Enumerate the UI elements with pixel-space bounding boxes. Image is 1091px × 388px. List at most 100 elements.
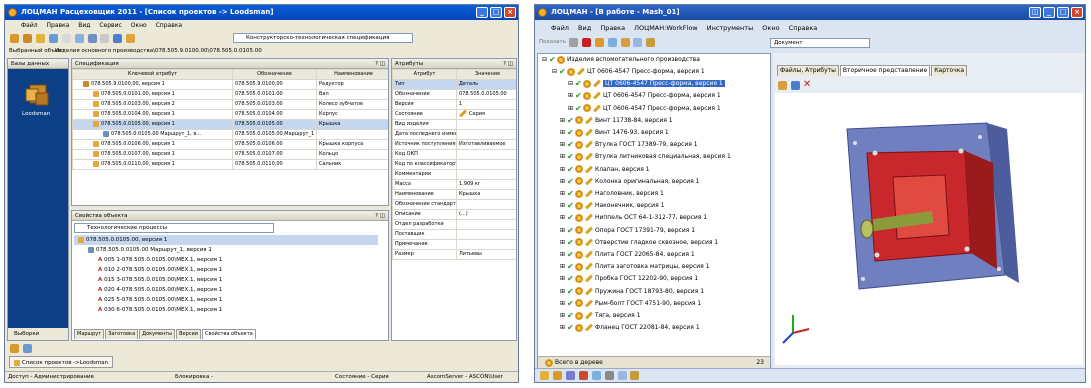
table-row[interactable]: 078.505.0.0105.00, версия 1 078.505.0.010… — [72, 119, 388, 130]
database-label[interactable]: Loodsman — [22, 111, 50, 117]
minimize-button[interactable]: _ — [1043, 7, 1055, 18]
document-icon[interactable] — [630, 371, 640, 380]
expand-icon[interactable]: ⊟ — [552, 68, 559, 75]
delete-icon[interactable] — [581, 38, 591, 47]
tab-files-attrs[interactable]: Файлы, Атрибуты — [777, 65, 839, 76]
tab-secondary-view[interactable]: Вторичное представление — [839, 65, 931, 76]
tool-gear2-icon[interactable] — [22, 34, 32, 43]
col-attribute[interactable]: Атрибут — [392, 69, 457, 80]
globe-icon[interactable] — [22, 344, 32, 353]
table-row[interactable]: Тип Деталь — [392, 79, 516, 90]
copy-icon[interactable] — [591, 371, 601, 380]
table-row[interactable]: Отдел разработки — [392, 219, 516, 230]
tree-root[interactable]: ⊟ ✔ Изделия вспомогательного производства — [538, 54, 700, 66]
table-row[interactable]: Код по классификатору — [392, 159, 516, 170]
table-row[interactable]: Примечание — [392, 239, 516, 250]
maximize-button[interactable]: □ — [490, 7, 502, 18]
tree-item[interactable]: ⊞ ✔ Наконечник, версия 1 — [538, 200, 664, 212]
col-name[interactable]: Наименование — [316, 69, 388, 80]
list-item[interactable]: A 025 5-078.505.0.0105.00\МЕХ.1, версия … — [74, 295, 378, 305]
list-item[interactable]: A 030 6-078.505.0.0105.00\МЕХ.1, версия … — [74, 305, 378, 315]
expand-icon[interactable]: ⊞ — [560, 202, 567, 209]
table-row[interactable]: 078.505.0.0106.00, версия 1 078.505.0.010… — [72, 139, 388, 150]
gear-icon[interactable] — [10, 344, 19, 353]
expand-icon[interactable]: ⊞ — [560, 288, 567, 295]
close-button[interactable]: × — [504, 7, 516, 18]
tool-filter-icon[interactable] — [113, 34, 123, 43]
list-item[interactable]: A 010 2-078.505.0.0105.00\МЕХ.1, версия … — [74, 265, 378, 275]
expand-icon[interactable]: ⊞ — [560, 275, 567, 282]
tree-item[interactable]: ⊞ ✔ Ниппель ОСТ 64-1-312-77, версия 1 — [538, 212, 707, 224]
tree-item[interactable]: ⊞ ✔ Винт 1476-93, версия 1 — [538, 127, 669, 139]
tool-copy-icon[interactable] — [61, 34, 71, 43]
table-row[interactable]: 078.505.0.0104.00, версия 1 078.505.0.010… — [72, 109, 388, 120]
history-icon[interactable] — [565, 371, 575, 380]
paste-icon[interactable] — [620, 38, 630, 47]
expand-icon[interactable]: ⊞ — [560, 117, 567, 124]
tab-card[interactable]: Карточка — [931, 65, 968, 76]
window-icon[interactable] — [617, 371, 627, 380]
table-row[interactable]: 078.505.0.0103.00, версия 2 078.505.0.010… — [72, 99, 388, 110]
expand-icon[interactable]: ⊞ — [560, 263, 567, 270]
folder-icon[interactable] — [540, 371, 549, 380]
expand-icon[interactable]: ⊞ — [560, 141, 567, 148]
tab-versions[interactable]: Версии — [176, 329, 202, 339]
tree-item[interactable]: ⊞ ✔ ЦТ 0606-4547 Пресс-форма, версия 1 — [538, 103, 721, 115]
list-icon[interactable] — [568, 38, 578, 47]
expand-icon[interactable]: ⊞ — [560, 324, 567, 331]
menu-window[interactable]: Окно — [131, 22, 147, 29]
expand-icon[interactable]: ⊞ — [568, 105, 575, 112]
menu-view[interactable]: Вид — [78, 22, 90, 29]
tree-item[interactable]: ⊞ ✔ Пружина ГОСТ 18793-80, версия 1 — [538, 286, 704, 298]
tab-route[interactable]: Маршрут — [74, 329, 105, 339]
tree-item[interactable]: ⊞ ✔ Тяга, версия 1 — [538, 310, 640, 322]
restore-button[interactable]: ◫ — [1029, 7, 1041, 18]
tool-gear-icon[interactable] — [10, 34, 19, 43]
table-row[interactable]: Поставщик — [392, 229, 516, 240]
menu-edit[interactable]: Правка — [47, 22, 70, 29]
tab-blank[interactable]: Заготовка — [105, 329, 139, 339]
expand-icon[interactable]: ⊞ — [560, 227, 567, 234]
tree-item[interactable]: ⊞ ✔ Плита заготовка матрицы, версия 1 — [538, 261, 709, 273]
list-item[interactable]: 078.505.0.0105.00 Маршрут_1, версия 1 — [74, 245, 378, 255]
tool-gear3-icon[interactable] — [35, 34, 45, 43]
tree-item[interactable]: ⊞ ✔ Клапан, версия 1 — [538, 164, 650, 176]
model-viewport[interactable] — [775, 93, 1083, 365]
expand-icon[interactable]: ⊞ — [560, 239, 567, 246]
table-row[interactable]: Наименование Крышка — [392, 189, 516, 200]
table-row[interactable]: Описание (...) — [392, 209, 516, 220]
table-row[interactable]: Код ОКП — [392, 149, 516, 160]
tree-item[interactable]: ⊞ ✔ Наголовник, версия 1 — [538, 188, 664, 200]
table-row[interactable]: Состояние Серия — [392, 109, 516, 120]
table-row[interactable]: 078.505.0.0110.00, версия 1 078.505.0.011… — [72, 159, 388, 170]
table-row[interactable]: Вид изделия — [392, 119, 516, 130]
expand-icon[interactable]: ⊞ — [560, 190, 567, 197]
window-icon[interactable] — [633, 38, 643, 47]
table-row[interactable]: 078.505.0.0105.00 Маршрут_1, в... 078.505… — [72, 129, 388, 140]
tree-item[interactable]: ⊞ ✔ Опора ГОСТ 17391-79, версия 1 — [538, 225, 695, 237]
list-item[interactable]: A 020 4-078.505.0.0105.00\МЕХ.1, версия … — [74, 285, 378, 295]
task-item[interactable]: Список проектов ->Loodsman — [9, 356, 114, 368]
table-row[interactable]: Обозначение стандарта — [392, 199, 516, 210]
tree-item[interactable]: ⊞ ✔ Рым-болт ГОСТ 4751-90, версия 1 — [538, 298, 701, 310]
expand-icon[interactable]: ⊞ — [560, 129, 567, 136]
gear-icon[interactable] — [552, 371, 562, 380]
table-row[interactable]: 078.505.0.0107.00, версия 1 078.505.0.010… — [72, 149, 388, 160]
spec-type-select[interactable]: Конструкторско-технологическая специфика… — [233, 33, 413, 43]
menu-service[interactable]: Сервис — [99, 22, 121, 29]
menu-file[interactable]: Файл — [21, 22, 38, 29]
database-icon[interactable] — [24, 81, 52, 107]
table-row[interactable]: Комментарии — [392, 169, 516, 180]
table-row[interactable]: Версия 1 — [392, 99, 516, 110]
table-row[interactable]: 078.505.9.0100.00, версия 1 078.505.9.010… — [72, 79, 388, 90]
tree-item[interactable]: ⊞ ✔ ЦТ 0606-4547 Пресс-форма, версия 1 — [538, 90, 721, 102]
tool-grid-icon[interactable] — [100, 34, 110, 43]
tree-item[interactable]: ⊞ ✔ Втулка литниковая специальная, версия… — [538, 151, 731, 163]
tool-settings-icon[interactable] — [126, 34, 136, 43]
tab-object-props[interactable]: Свойства объекта — [202, 329, 256, 339]
tree-item[interactable]: ⊞ ✔ Колонка оригинальная, версия 1 — [538, 176, 700, 188]
close-view-icon[interactable]: ✕ — [803, 80, 811, 90]
open-icon[interactable] — [778, 81, 787, 90]
minimize-button[interactable]: _ — [476, 7, 488, 18]
tree-item[interactable]: ⊞ ✔ Втулка ГОСТ 17389-79, версия 1 — [538, 139, 698, 151]
